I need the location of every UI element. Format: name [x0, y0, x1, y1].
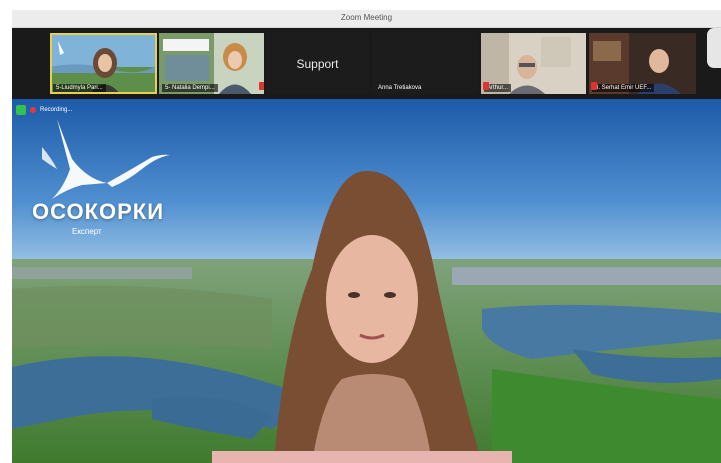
participant-tile-4[interactable]: Anna Tretiakova [372, 33, 477, 94]
speaker-video [12, 99, 721, 463]
recording-label: Recording... [40, 107, 73, 113]
participant-name-3: Support [296, 57, 339, 71]
active-speaker-view: Recording... ОСОКОРКИ Експерт [12, 99, 721, 463]
participant-strip: 5-Liudmyla Pari... 5- Natalia Dempi... S… [12, 28, 721, 99]
zoom-window: Zoom Meeting 5-Liudmyla Pari... 5- Natal… [0, 0, 721, 463]
recording-indicator[interactable]: Recording... [16, 105, 72, 115]
participant-tile-5[interactable]: Arthur... [481, 33, 586, 94]
title-bar: Zoom Meeting [12, 10, 721, 28]
participant-tile-2[interactable]: 5- Natalia Dempi... [159, 33, 264, 94]
participant-tile-3[interactable]: Support [266, 33, 369, 94]
muted-mic-icon [591, 82, 597, 90]
record-dot-icon [30, 107, 36, 113]
participant-name-1: 5-Liudmyla Pari... [53, 84, 106, 92]
participant-tile-6[interactable]: 3. Serhat Emir UEF... [589, 33, 696, 94]
muted-mic-icon [259, 82, 264, 90]
next-participants-arrow[interactable] [707, 28, 721, 68]
muted-mic-icon [483, 82, 489, 90]
security-shield-icon[interactable] [16, 105, 26, 115]
window-title: Zoom Meeting [340, 13, 393, 22]
background-brand-sub: Експерт [72, 227, 102, 236]
participant-tile-1[interactable]: 5-Liudmyla Pari... [50, 33, 157, 94]
participant-name-4: Anna Tretiakova [378, 85, 422, 91]
background-brand: ОСОКОРКИ [32, 199, 165, 224]
participant-name-2: 5- Natalia Dempi... [162, 84, 218, 92]
participant-name-6: 3. Serhat Emir UEF... [592, 84, 655, 92]
background-logo: ОСОКОРКИ Експерт [32, 199, 164, 236]
